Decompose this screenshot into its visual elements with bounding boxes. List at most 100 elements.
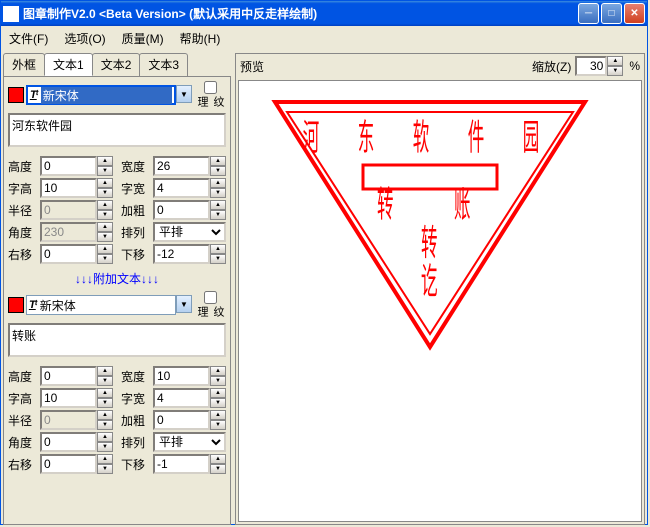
spin-down[interactable]: ▼ xyxy=(97,188,113,198)
input-width-2[interactable] xyxy=(153,366,210,386)
addon-label: ↓↓↓附加文本↓↓↓ xyxy=(8,270,226,287)
menu-options[interactable]: 选项(O) xyxy=(60,28,109,49)
select-arrange-2[interactable]: 平排 xyxy=(153,432,226,452)
spin-down[interactable]: ▼ xyxy=(97,376,113,386)
texture-checkbox-2[interactable] xyxy=(204,291,217,304)
input-charwidth-2[interactable] xyxy=(153,388,210,408)
input-charheight-2[interactable] xyxy=(40,388,97,408)
spin-up[interactable]: ▲ xyxy=(97,178,113,188)
spin-up[interactable]: ▲ xyxy=(97,222,113,232)
font-dropdown-2[interactable]: ▼ xyxy=(176,295,192,313)
input-angle-2[interactable] xyxy=(40,432,97,452)
spin-down[interactable]: ▼ xyxy=(210,188,226,198)
spin-down[interactable]: ▼ xyxy=(97,254,113,264)
spin-up[interactable]: ▲ xyxy=(97,244,113,254)
spin-up[interactable]: ▲ xyxy=(210,388,226,398)
input-angle-1 xyxy=(40,222,97,242)
zoom-up[interactable]: ▲ xyxy=(607,56,623,66)
input-width-1[interactable] xyxy=(153,156,210,176)
spin-up[interactable]: ▲ xyxy=(210,366,226,376)
minimize-button[interactable]: ─ xyxy=(578,3,599,24)
spin-down[interactable]: ▼ xyxy=(210,420,226,430)
truetype-icon: T̲ͭ xyxy=(29,299,36,311)
spin-up[interactable]: ▲ xyxy=(97,388,113,398)
spin-down[interactable]: ▼ xyxy=(210,398,226,408)
label-radius-2: 半径 xyxy=(8,412,36,429)
spin-down[interactable]: ▼ xyxy=(210,166,226,176)
spin-up[interactable]: ▲ xyxy=(210,156,226,166)
input-charheight-1[interactable] xyxy=(40,178,97,198)
spin-down[interactable]: ▼ xyxy=(97,232,113,242)
preview-area: 河 东 软 件 园 转 账 转 讫 xyxy=(238,80,642,522)
input-radius-1 xyxy=(40,200,97,220)
label-dshift-2: 下移 xyxy=(121,456,149,473)
spin-up[interactable]: ▲ xyxy=(97,200,113,210)
spin-down[interactable]: ▼ xyxy=(97,464,113,474)
spin-up[interactable]: ▲ xyxy=(210,244,226,254)
tab-content: T̲ͭ 新宋体 ▼ 纹理 高度▲▼ 宽度▲▼ 字高▲▼ 字宽▲▼ xyxy=(3,76,231,525)
font-select-1[interactable]: T̲ͭ 新宋体 xyxy=(26,85,176,105)
close-button[interactable]: ✕ xyxy=(624,3,645,24)
tabs: 外框 文本1 文本2 文本3 xyxy=(3,53,231,76)
label-angle-2: 角度 xyxy=(8,434,36,451)
menu-quality[interactable]: 质量(M) xyxy=(118,28,168,49)
spin-down[interactable]: ▼ xyxy=(97,420,113,430)
input-rshift-2[interactable] xyxy=(40,454,97,474)
tab-text1[interactable]: 文本1 xyxy=(44,53,93,76)
spin-up[interactable]: ▲ xyxy=(210,178,226,188)
titlebar-text: 图章制作V2.0 <Beta Version> (默认采用中反走样绘制) xyxy=(23,5,578,22)
spin-down[interactable]: ▼ xyxy=(210,254,226,264)
menu-help[interactable]: 帮助(H) xyxy=(176,28,225,49)
left-panel: 外框 文本1 文本2 文本3 T̲ͭ 新宋体 ▼ xyxy=(3,53,231,525)
maximize-button[interactable]: □ xyxy=(601,3,622,24)
input-height-1[interactable] xyxy=(40,156,97,176)
zoom-down[interactable]: ▼ xyxy=(607,66,623,76)
input-charwidth-1[interactable] xyxy=(153,178,210,198)
select-arrange-1[interactable]: 平排 xyxy=(153,222,226,242)
stamp-preview: 河 东 软 件 园 转 账 转 讫 xyxy=(245,87,615,367)
spin-up[interactable]: ▲ xyxy=(210,454,226,464)
menubar: 文件(F) 选项(O) 质量(M) 帮助(H) xyxy=(1,26,647,51)
spin-up[interactable]: ▲ xyxy=(210,410,226,420)
label-rshift-2: 右移 xyxy=(8,456,36,473)
color-picker-2[interactable] xyxy=(8,297,24,313)
text-input-1[interactable] xyxy=(8,113,226,147)
spin-down[interactable]: ▼ xyxy=(210,464,226,474)
text-input-2[interactable] xyxy=(8,323,226,357)
svg-text:东: 东 xyxy=(358,117,375,158)
input-bold-1[interactable] xyxy=(153,200,210,220)
input-dshift-2[interactable] xyxy=(153,454,210,474)
spin-up[interactable]: ▲ xyxy=(97,432,113,442)
input-height-2[interactable] xyxy=(40,366,97,386)
input-bold-2[interactable] xyxy=(153,410,210,430)
titlebar: 河东软件园 www.pc0359.cn 图章制作V2.0 <Beta Versi… xyxy=(1,1,647,26)
tab-outline[interactable]: 外框 xyxy=(3,53,45,76)
spin-up[interactable]: ▲ xyxy=(97,366,113,376)
spin-up[interactable]: ▲ xyxy=(210,200,226,210)
svg-text:转: 转 xyxy=(377,184,394,225)
spin-down[interactable]: ▼ xyxy=(97,210,113,220)
font-dropdown-1[interactable]: ▼ xyxy=(176,85,192,103)
spin-up[interactable]: ▲ xyxy=(97,410,113,420)
spin-down[interactable]: ▼ xyxy=(210,376,226,386)
tab-text3[interactable]: 文本3 xyxy=(139,53,188,76)
zoom-unit: % xyxy=(629,59,640,73)
spin-down[interactable]: ▼ xyxy=(97,442,113,452)
label-arrange-2: 排列 xyxy=(121,434,149,451)
spin-down[interactable]: ▼ xyxy=(210,210,226,220)
input-rshift-1[interactable] xyxy=(40,244,97,264)
label-charwidth-2: 字宽 xyxy=(121,390,149,407)
menu-file[interactable]: 文件(F) xyxy=(5,28,52,49)
font-select-2[interactable]: T̲ͭ 新宋体 xyxy=(26,295,176,315)
texture-check-1[interactable]: 纹理 xyxy=(194,81,226,109)
spin-up[interactable]: ▲ xyxy=(97,454,113,464)
texture-check-2[interactable]: 纹理 xyxy=(194,291,226,319)
input-dshift-1[interactable] xyxy=(153,244,210,264)
zoom-input[interactable] xyxy=(575,56,607,76)
spin-up[interactable]: ▲ xyxy=(97,156,113,166)
spin-down[interactable]: ▼ xyxy=(97,398,113,408)
tab-text2[interactable]: 文本2 xyxy=(92,53,141,76)
texture-checkbox-1[interactable] xyxy=(204,81,217,94)
color-picker-1[interactable] xyxy=(8,87,24,103)
spin-down[interactable]: ▼ xyxy=(97,166,113,176)
